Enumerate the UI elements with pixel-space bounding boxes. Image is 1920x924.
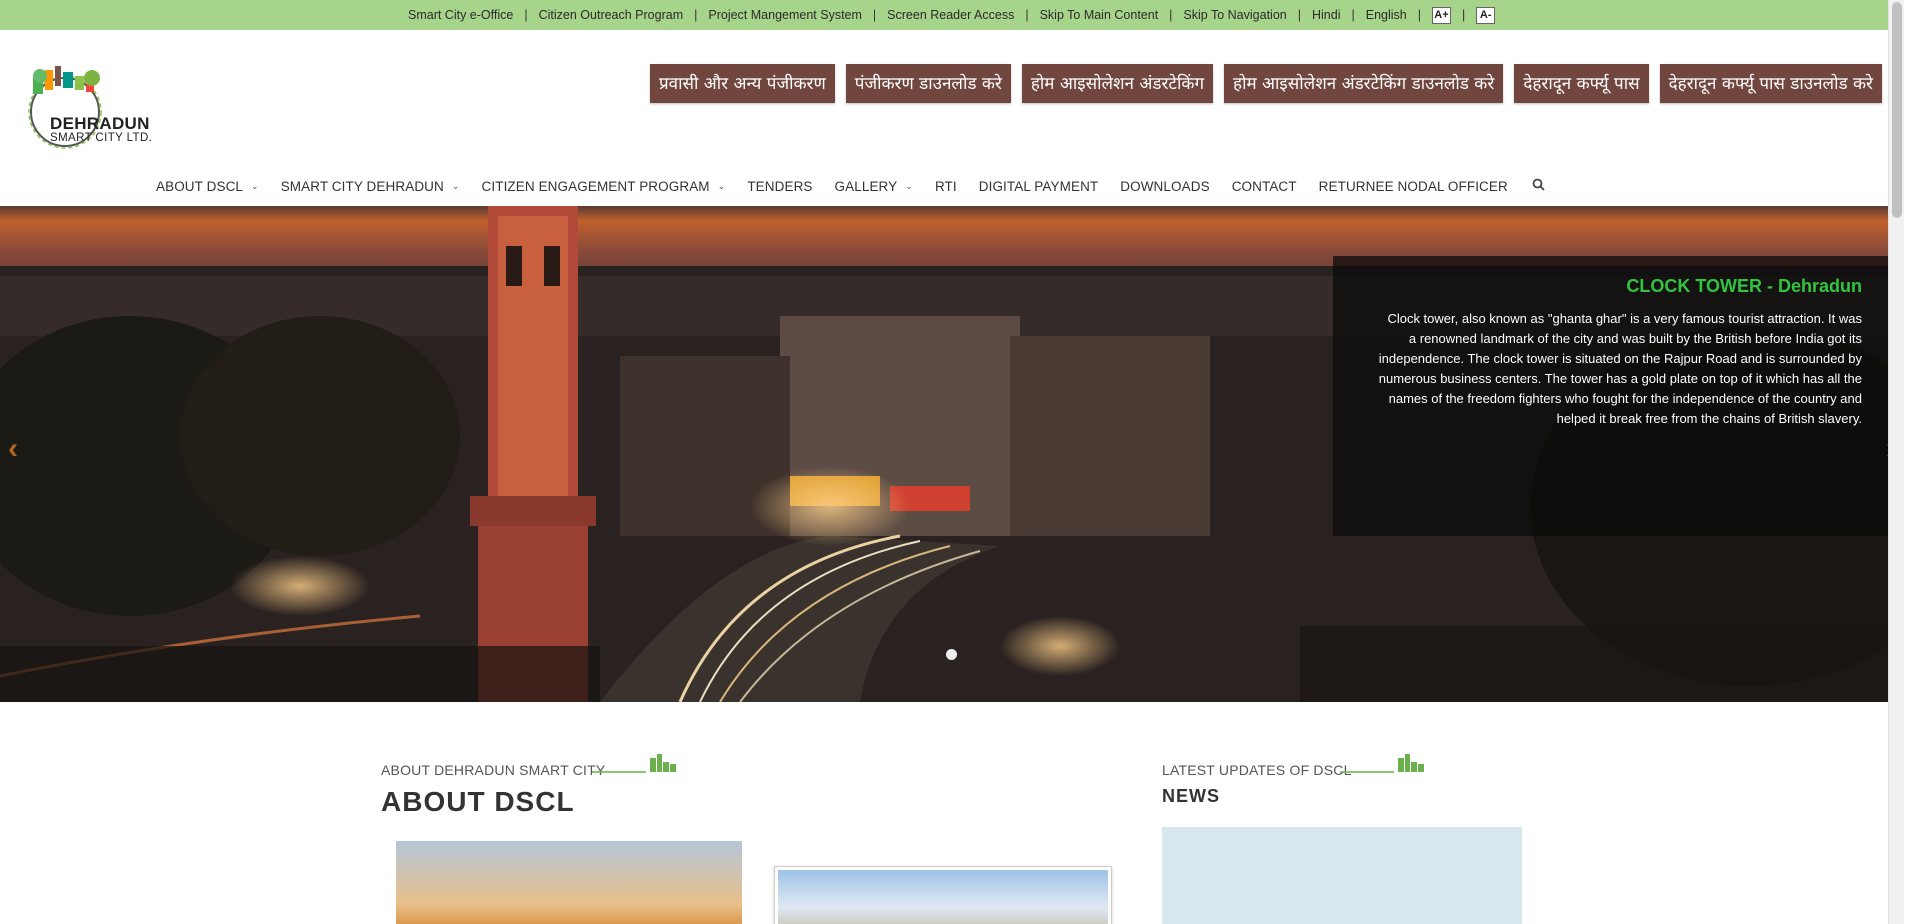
nav-label: CITIZEN ENGAGEMENT PROGRAM (481, 178, 710, 194)
slide-caption: CLOCK TOWER - Dehradun Clock tower, also… (1333, 256, 1904, 536)
about-image-landmarks (774, 866, 1112, 924)
quick-link-curfew-pass[interactable]: देहरादून कर्फ्यू पास (1514, 64, 1649, 103)
font-decrease-button[interactable]: A- (1476, 6, 1496, 24)
quick-link-curfew-pass-download[interactable]: देहरादून कर्फ्यू पास डाउनलोड करे (1659, 64, 1882, 103)
about-image-city (396, 841, 742, 924)
separator: | (1351, 8, 1355, 22)
nav-item-about-dscl[interactable]: ABOUT DSCL ⌄ (156, 179, 259, 194)
nav-item-returnee-nodal-officer[interactable]: RETURNEE NODAL OFFICER (1319, 179, 1508, 194)
chevron-down-icon: ⌄ (251, 180, 259, 191)
chevron-down-icon: ⌄ (451, 180, 460, 191)
updates-subtitle: LATEST UPDATES OF DSCL (1162, 762, 1352, 778)
separator: | (1025, 8, 1029, 22)
link-smart-city-eoffice[interactable]: Smart City e-Office (408, 8, 513, 22)
separator: | (1417, 8, 1421, 22)
about-subtitle: ABOUT DEHRADUN SMART CITY (381, 762, 606, 778)
separator: | (1461, 8, 1466, 22)
font-increase-button[interactable]: A+ (1431, 6, 1451, 24)
nav-label: RTI (934, 178, 957, 194)
top-utility-bar: Smart City e-Office | Citizen Outreach P… (0, 0, 1904, 30)
quick-link-home-isolation[interactable]: होम आइसोलेशन अंडरटेकिंग (1021, 64, 1214, 103)
link-skip-main[interactable]: Skip To Main Content (1040, 8, 1159, 22)
link-project-management[interactable]: Project Mangement System (708, 8, 862, 22)
nav-item-rti[interactable]: RTI (935, 179, 957, 194)
chevron-down-icon: ⌄ (905, 180, 913, 191)
nav-label: DOWNLOADS (1120, 178, 1210, 194)
chevron-down-icon: ⌄ (717, 180, 726, 191)
dscl-logo[interactable]: DEHRADUN SMART CITY LTD. (15, 64, 155, 156)
slider-dots (946, 649, 957, 660)
link-hindi[interactable]: Hindi (1312, 8, 1341, 22)
quick-link-home-isolation-download[interactable]: होम आइसोलेशन अंडरटेकिंग डाउनलोड करे (1224, 64, 1504, 103)
nav-label: TENDERS (747, 178, 813, 194)
city-skyline-divider-icon (592, 754, 676, 773)
link-skip-nav[interactable]: Skip To Navigation (1183, 8, 1286, 22)
nav-label: CONTACT (1231, 178, 1297, 194)
scrollbar-thumb[interactable] (1892, 2, 1902, 218)
nav-label: SMART CITY DEHRADUN (280, 178, 444, 194)
site-header: DEHRADUN SMART CITY LTD. प्रवासी और अन्य… (0, 30, 1904, 206)
link-screen-reader[interactable]: Screen Reader Access (887, 8, 1014, 22)
nav-item-digital-payment[interactable]: DIGITAL PAYMENT (979, 179, 1099, 194)
separator: | (872, 8, 877, 22)
hero-slider: CLOCK TOWER - Dehradun Clock tower, also… (0, 206, 1904, 702)
nav-label: DIGITAL PAYMENT (978, 178, 1099, 194)
nav-label: GALLERY (834, 178, 898, 194)
main-navigation: ABOUT DSCL ⌄ SMART CITY DEHRADUN ⌄ CITIZ… (156, 178, 1545, 194)
nav-item-contact[interactable]: CONTACT (1232, 179, 1297, 194)
nav-item-downloads[interactable]: DOWNLOADS (1120, 179, 1209, 194)
separator: | (694, 8, 698, 22)
logo-subtitle: SMART CITY LTD. (50, 132, 153, 144)
slider-prev-arrow-icon[interactable]: ‹ (8, 432, 18, 466)
page-scrollbar[interactable] (1888, 0, 1904, 924)
quick-links: प्रवासी और अन्य पंजीकरण पंजीकरण डाउनलोड … (649, 64, 1882, 103)
news-title: NEWS (1162, 786, 1220, 806)
nav-item-gallery[interactable]: GALLERY ⌄ (835, 179, 913, 194)
quick-link-migrant-registration[interactable]: प्रवासी और अन्य पंजीकरण (649, 64, 835, 103)
nav-item-tenders[interactable]: TENDERS (747, 179, 812, 194)
city-skyline-divider-icon (1340, 754, 1424, 773)
slide-caption-text: Clock tower, also known as "ghanta ghar"… (1378, 311, 1862, 426)
search-icon[interactable] (1532, 178, 1545, 194)
nav-item-smart-city-dehradun[interactable]: SMART CITY DEHRADUN ⌄ (281, 179, 460, 194)
nav-item-citizen-engagement[interactable]: CITIZEN ENGAGEMENT PROGRAM ⌄ (482, 179, 726, 194)
separator: | (1297, 8, 1301, 22)
slider-dot[interactable] (946, 649, 957, 660)
quick-link-registration-download[interactable]: पंजीकरण डाउनलोड करे (845, 64, 1011, 103)
separator: | (524, 8, 528, 22)
separator: | (1169, 8, 1173, 22)
page: Smart City e-Office | Citizen Outreach P… (0, 0, 1904, 924)
about-title: ABOUT DSCL (381, 786, 575, 817)
link-citizen-outreach[interactable]: Citizen Outreach Program (539, 8, 684, 22)
slide-caption-title: CLOCK TOWER - Dehradun (1626, 276, 1862, 296)
nav-label: ABOUT DSCL (156, 178, 244, 194)
landmarks-photo (778, 870, 1108, 924)
link-english[interactable]: English (1366, 8, 1407, 22)
news-box (1162, 827, 1522, 924)
logo-title: DEHRADUN (50, 114, 150, 133)
nav-label: RETURNEE NODAL OFFICER (1318, 178, 1508, 194)
